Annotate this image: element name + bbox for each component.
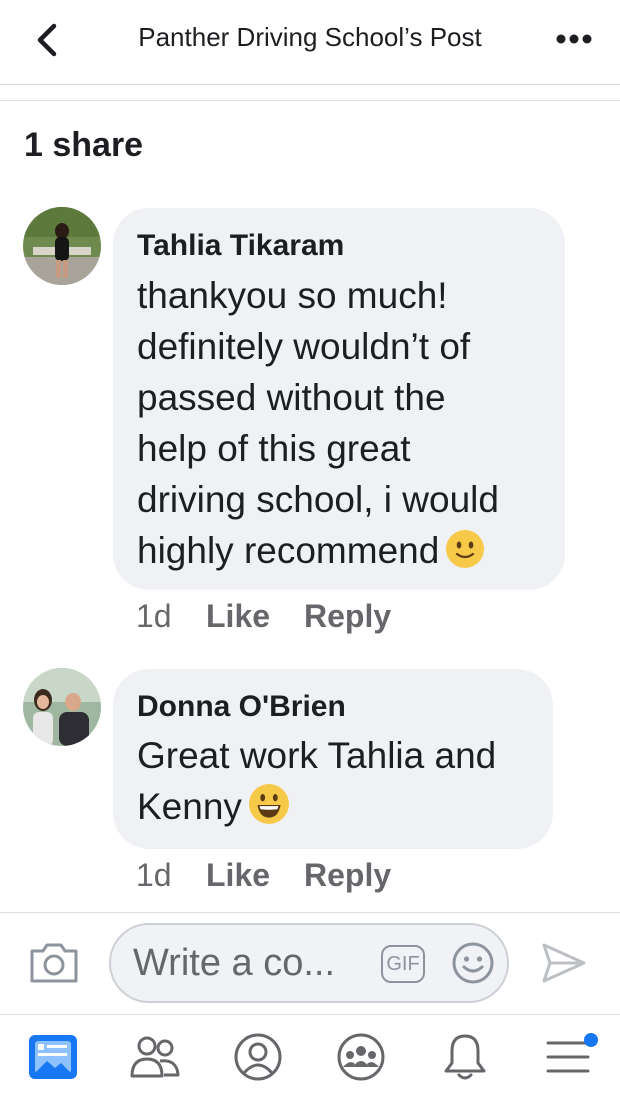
avatar[interactable] xyxy=(23,668,101,746)
avatar-photo xyxy=(23,668,101,746)
smiley-icon[interactable] xyxy=(451,941,495,985)
avatar[interactable] xyxy=(23,207,101,285)
post-header: Panther Driving School’s Post xyxy=(0,0,620,85)
comment-text: Great work Tahlia and Kenny xyxy=(137,730,496,832)
bottom-tab-bar xyxy=(0,1014,620,1101)
reply-button[interactable]: Reply xyxy=(304,598,391,635)
notification-dot xyxy=(584,1033,598,1047)
avatar-photo xyxy=(23,207,101,285)
comment-line: passed without the xyxy=(137,377,446,418)
gif-button[interactable]: GIF xyxy=(381,945,425,983)
comment-input-placeholder: Write a co... xyxy=(133,942,336,984)
friends-icon[interactable] xyxy=(127,1031,183,1083)
comment-text: thankyou so much! definitely wouldn’t of… xyxy=(137,270,499,576)
comment-line-last: highly recommend xyxy=(137,525,499,576)
comment-line: definitely wouldn’t of xyxy=(137,326,471,367)
comment-author[interactable]: Donna O'Brien xyxy=(137,690,346,724)
comment-line: thankyou so much! xyxy=(137,275,448,316)
profile-icon[interactable] xyxy=(230,1031,286,1083)
reply-button[interactable]: Reply xyxy=(304,857,391,894)
comment-line-last: Kenny xyxy=(137,781,496,832)
comment-time: 1d xyxy=(136,857,172,893)
comment-line: highly recommend xyxy=(137,530,440,571)
comment-bubble[interactable]: Tahlia Tikaram thankyou so much! definit… xyxy=(113,208,565,590)
share-count[interactable]: 1 share xyxy=(24,126,143,165)
camera-icon[interactable] xyxy=(28,939,80,985)
slightly-smiling-face-emoji xyxy=(446,530,485,568)
like-button[interactable]: Like xyxy=(206,857,270,894)
comment-bubble[interactable]: Donna O'Brien Great work Tahlia and Kenn… xyxy=(113,669,553,849)
comment-line: Kenny xyxy=(137,786,242,827)
page-title: Panther Driving School’s Post xyxy=(138,22,482,52)
grinning-face-emoji xyxy=(248,784,289,824)
more-horizontal-icon[interactable] xyxy=(554,26,594,52)
comment-line: Great work Tahlia and xyxy=(137,735,497,776)
comment-author[interactable]: Tahlia Tikaram xyxy=(137,229,344,263)
divider xyxy=(0,100,620,101)
comment-line: driving school, i would xyxy=(137,479,499,520)
comment-time: 1d xyxy=(136,598,172,634)
comment-actions: 1d Like Reply xyxy=(136,598,536,638)
notifications-icon[interactable] xyxy=(437,1031,493,1083)
comment-line: help of this great xyxy=(137,428,411,469)
news-feed-icon[interactable] xyxy=(25,1031,81,1083)
comment-actions: 1d Like Reply xyxy=(136,857,536,897)
send-icon[interactable] xyxy=(540,941,588,985)
comment-input[interactable]: Write a co... GIF xyxy=(109,923,509,1003)
comment-composer: Write a co... GIF xyxy=(0,912,620,1015)
groups-icon[interactable] xyxy=(333,1031,389,1083)
like-button[interactable]: Like xyxy=(206,598,270,635)
